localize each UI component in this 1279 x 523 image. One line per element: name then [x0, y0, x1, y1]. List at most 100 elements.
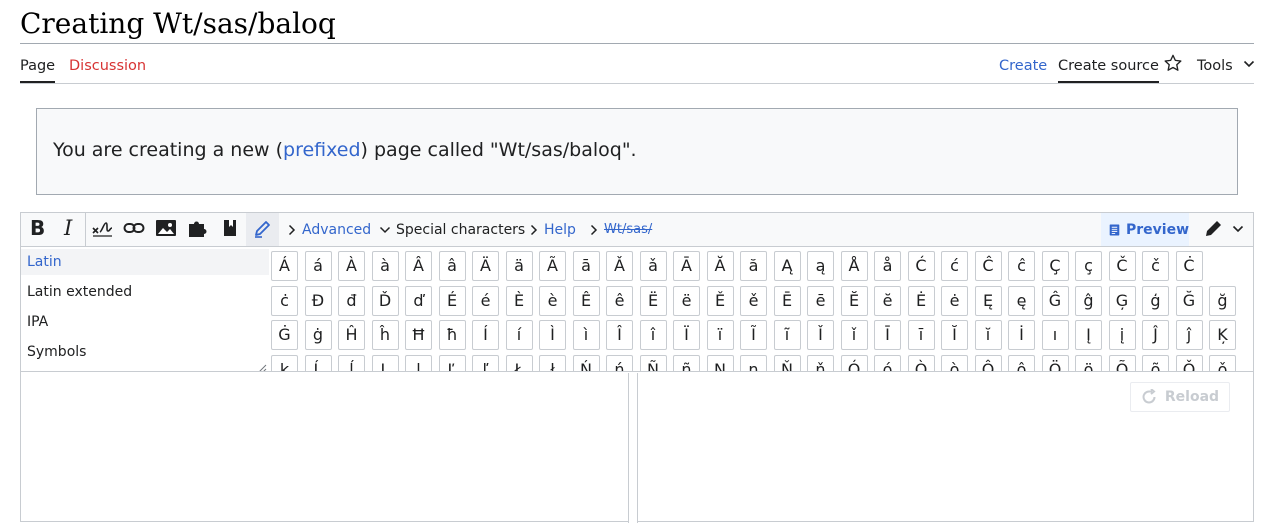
special-character-button[interactable]: å [874, 251, 901, 281]
special-character-button[interactable]: ï [706, 320, 734, 350]
special-character-button[interactable]: è [539, 285, 566, 316]
special-character-button[interactable]: À [338, 251, 365, 281]
special-character-button[interactable]: Ö [1041, 354, 1069, 371]
special-character-button[interactable]: Õ [1108, 354, 1136, 371]
special-character-button[interactable]: Ď [371, 285, 399, 316]
special-character-button[interactable]: Ĕ [840, 285, 868, 316]
special-character-button[interactable]: Ğ [1175, 285, 1203, 316]
special-character-button[interactable]: Ħ [405, 320, 432, 350]
special-character-button[interactable]: Î [606, 320, 633, 350]
special-character-button[interactable]: Ń [572, 354, 600, 371]
special-character-button[interactable]: Ǐ [807, 320, 834, 350]
special-character-button[interactable]: ĩ [773, 320, 801, 350]
bold-button[interactable]: B [21, 213, 53, 246]
page-prefix-tab[interactable]: Wt/sas/ [589, 213, 652, 246]
special-character-button[interactable]: Ą [773, 251, 801, 281]
special-character-button[interactable]: Ò [907, 354, 935, 371]
special-character-button[interactable]: ĵ [1175, 320, 1203, 350]
special-character-button[interactable]: Ļ [371, 354, 399, 371]
reference-button[interactable] [214, 213, 246, 246]
special-character-button[interactable]: Ă [706, 251, 734, 281]
special-character-button[interactable]: ê [606, 285, 633, 316]
italic-button[interactable]: I [53, 213, 85, 246]
special-character-button[interactable]: Ĝ [1041, 285, 1069, 316]
prefixed-link[interactable]: prefixed [283, 139, 361, 161]
special-character-button[interactable]: ň [807, 354, 834, 371]
resize-handle-icon[interactable] [255, 359, 267, 371]
special-character-button[interactable]: ĭ [974, 320, 1002, 350]
template-button[interactable] [182, 213, 214, 246]
special-character-button[interactable]: Ć [907, 251, 935, 281]
special-character-button[interactable]: Ë [639, 285, 667, 316]
special-character-button[interactable]: İ [1008, 320, 1035, 350]
special-character-button[interactable]: ġ [304, 320, 332, 350]
special-character-button[interactable]: Ê [572, 285, 600, 316]
special-character-button[interactable]: ė [941, 285, 968, 316]
special-character-button[interactable]: Ě [706, 285, 734, 316]
special-character-button[interactable]: ä [505, 251, 533, 281]
special-character-button[interactable]: ī [907, 320, 935, 350]
special-character-button[interactable]: ē [807, 285, 834, 316]
special-character-button[interactable]: í [505, 320, 533, 350]
special-character-button[interactable]: Đ [304, 285, 332, 316]
special-character-button[interactable]: ņ [740, 354, 767, 371]
special-character-button[interactable]: ĉ [1008, 251, 1035, 281]
special-character-button[interactable]: Ǎ [606, 251, 633, 281]
special-character-button[interactable]: Č [1108, 251, 1136, 281]
special-character-button[interactable]: Ĵ [1142, 320, 1169, 350]
special-character-button[interactable]: ó [874, 354, 901, 371]
special-character-button[interactable]: ę [1008, 285, 1035, 316]
special-character-button[interactable]: ö [1075, 354, 1102, 371]
special-character-button[interactable]: â [438, 251, 466, 281]
special-character-button[interactable]: đ [338, 285, 365, 316]
special-character-button[interactable]: ò [941, 354, 968, 371]
special-character-button[interactable]: Ľ [438, 354, 466, 371]
pane-resize-bar[interactable] [628, 373, 638, 523]
special-character-button[interactable]: ń [606, 354, 633, 371]
signature-button[interactable] [86, 213, 118, 246]
character-category[interactable]: Latin extended [21, 279, 269, 305]
special-character-button[interactable]: õ [1142, 354, 1169, 371]
tools-menu[interactable]: Tools [1197, 52, 1255, 83]
special-character-button[interactable]: ł [539, 354, 566, 371]
tab-create-source[interactable]: Create source [1058, 52, 1159, 83]
special-character-button[interactable]: È [505, 285, 533, 316]
special-character-button[interactable]: Ę [974, 285, 1002, 316]
editor-switch-button[interactable] [1195, 213, 1253, 246]
special-character-button[interactable]: ľ [472, 354, 499, 371]
special-character-button[interactable]: ç [1075, 251, 1102, 281]
special-character-button[interactable]: ĺ [338, 354, 365, 371]
special-character-button[interactable]: ċ [271, 285, 298, 316]
special-character-button[interactable]: Ĉ [974, 251, 1002, 281]
special-character-button[interactable]: ģ [1142, 285, 1169, 316]
special-character-button[interactable]: ë [673, 285, 700, 316]
special-character-button[interactable]: Ċ [1175, 251, 1203, 281]
help-tab[interactable]: Help [529, 213, 576, 246]
special-character-button[interactable]: Ņ [706, 354, 734, 371]
special-character-button[interactable]: Ĺ [304, 354, 332, 371]
special-character-button[interactable]: ĕ [874, 285, 901, 316]
special-character-button[interactable]: ǒ [1209, 354, 1236, 371]
special-character-button[interactable]: Ã [539, 251, 566, 281]
source-textarea[interactable] [21, 373, 629, 523]
character-category[interactable]: Latin [21, 249, 269, 275]
special-character-button[interactable]: Ġ [271, 320, 298, 350]
special-character-button[interactable]: Ā [673, 251, 700, 281]
special-character-button[interactable]: Ķ [1209, 320, 1236, 350]
watch-star-icon[interactable] [1164, 54, 1184, 74]
special-character-button[interactable]: ħ [438, 320, 466, 350]
special-character-button[interactable]: Ô [974, 354, 1002, 371]
special-character-button[interactable]: Ģ [1108, 285, 1136, 316]
special-character-button[interactable]: Ň [773, 354, 801, 371]
character-category[interactable]: IPA [21, 309, 269, 335]
character-category[interactable]: Symbols [21, 339, 269, 365]
special-character-button[interactable]: Á [271, 251, 298, 281]
special-character-button[interactable]: é [472, 285, 499, 316]
special-character-button[interactable]: Ǒ [1175, 354, 1203, 371]
reload-button[interactable]: Reload [1130, 382, 1230, 412]
special-character-button[interactable]: ą [807, 251, 834, 281]
special-character-button[interactable]: à [371, 251, 399, 281]
special-character-button[interactable]: ě [740, 285, 767, 316]
tab-create[interactable]: Create [999, 52, 1047, 83]
special-character-button[interactable]: č [1142, 251, 1169, 281]
